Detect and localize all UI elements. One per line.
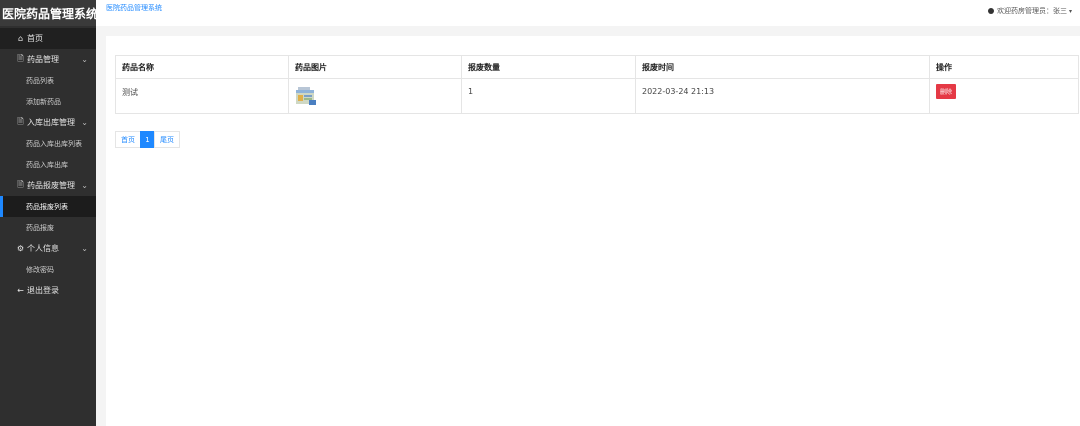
cell-quantity: 1 [461,78,636,114]
current-page-button[interactable]: 1 [140,131,155,148]
sidebar-item-scrap-list[interactable]: 药品报废列表 [0,196,96,217]
caret-down-icon: ▾ [1068,7,1072,15]
document-icon: 🗎 [17,53,24,63]
table-header-row: 药品名称 药品图片 报废数量 报废时间 操作 [115,55,1079,79]
arrow-left-icon: ← [17,286,24,295]
user-greeting: 欢迎药房管理员：张三 [996,7,1067,15]
cell-scrap-time: 2022-03-24 21:13 [635,78,930,114]
column-header: 报废数量 [461,55,636,79]
home-icon: ⌂ [17,34,24,43]
sidebar-item-change-password[interactable]: 修改密码 [0,259,96,280]
document-icon: 🗎 [17,116,24,126]
chevron-down-icon: ⌄ [81,118,88,127]
content-panel: 药品名称 药品图片 报废数量 报废时间 操作 测试 1 2022-03-24 2… [106,36,1080,426]
sidebar-item-stock-list[interactable]: 药品入库出库列表 [0,133,96,154]
sidebar-group-drug-management[interactable]: 🗎 药品管理 ⌄ [0,49,96,70]
sidebar-item-label: 退出登录 [27,286,59,295]
pagination: 首页 1 尾页 [115,131,180,148]
sidebar-item-add-drug[interactable]: 添加新药品 [0,91,96,112]
sidebar-item-home[interactable]: ⌂ 首页 [0,28,96,49]
user-avatar-icon [987,8,994,14]
medicine-box-image [296,87,316,105]
sidebar-group-scrap-management[interactable]: 🗎 药品报废管理 ⌄ [0,175,96,196]
delete-button[interactable]: 删除 [936,84,957,99]
chevron-down-icon: ⌄ [81,181,88,190]
sidebar-item-drug-list[interactable]: 药品列表 [0,70,96,91]
app-root: 医院药品管理系统 ⌂ 首页 🗎 药品管理 ⌄ 药品列表 添加新药品 🗎 入库出库… [0,0,1080,426]
site-title-link[interactable]: 医院药品管理系统 [106,3,162,13]
sidebar-item-logout[interactable]: ← 退出登录 [0,280,96,301]
table-row: 测试 1 2022-03-24 21:13 删除 [115,78,1079,114]
sidebar-item-label: 首页 [27,34,43,43]
sidebar-item-label: 入库出库管理 [27,118,75,127]
column-header: 药品图片 [288,55,462,79]
cell-actions: 删除 [929,78,1079,114]
sidebar-item-label: 药品报废管理 [27,181,75,190]
brand-title: 医院药品管理系统 [0,0,96,26]
user-menu[interactable]: 欢迎药房管理员：张三 ▾ [987,6,1072,16]
sidebar-group-stock-management[interactable]: 🗎 入库出库管理 ⌄ [0,112,96,133]
chevron-down-icon: ⌄ [81,55,88,64]
sidebar-group-personal-info[interactable]: ⚙ 个人信息 ⌄ [0,238,96,259]
document-icon: 🗎 [17,179,24,189]
gear-icon: ⚙ [16,244,25,253]
scrap-table: 药品名称 药品图片 报废数量 报废时间 操作 测试 1 2022-03-24 2… [115,55,1079,114]
sidebar-item-label: 个人信息 [27,244,59,253]
sidebar-item-scrap[interactable]: 药品报废 [0,217,96,238]
column-header: 药品名称 [115,55,289,79]
column-header: 报废时间 [635,55,930,79]
top-bar: 医院药品管理系统 欢迎药房管理员：张三 ▾ [96,0,1080,26]
cell-drug-image [288,78,462,114]
sidebar-item-stock-inout[interactable]: 药品入库出库 [0,154,96,175]
last-page-button[interactable]: 尾页 [154,131,180,148]
column-header: 操作 [929,55,1079,79]
cell-drug-name: 测试 [115,78,289,114]
sidebar-item-label: 药品管理 [27,55,59,64]
chevron-down-icon: ⌄ [81,244,88,253]
sidebar: 医院药品管理系统 ⌂ 首页 🗎 药品管理 ⌄ 药品列表 添加新药品 🗎 入库出库… [0,0,96,426]
first-page-button[interactable]: 首页 [115,131,141,148]
